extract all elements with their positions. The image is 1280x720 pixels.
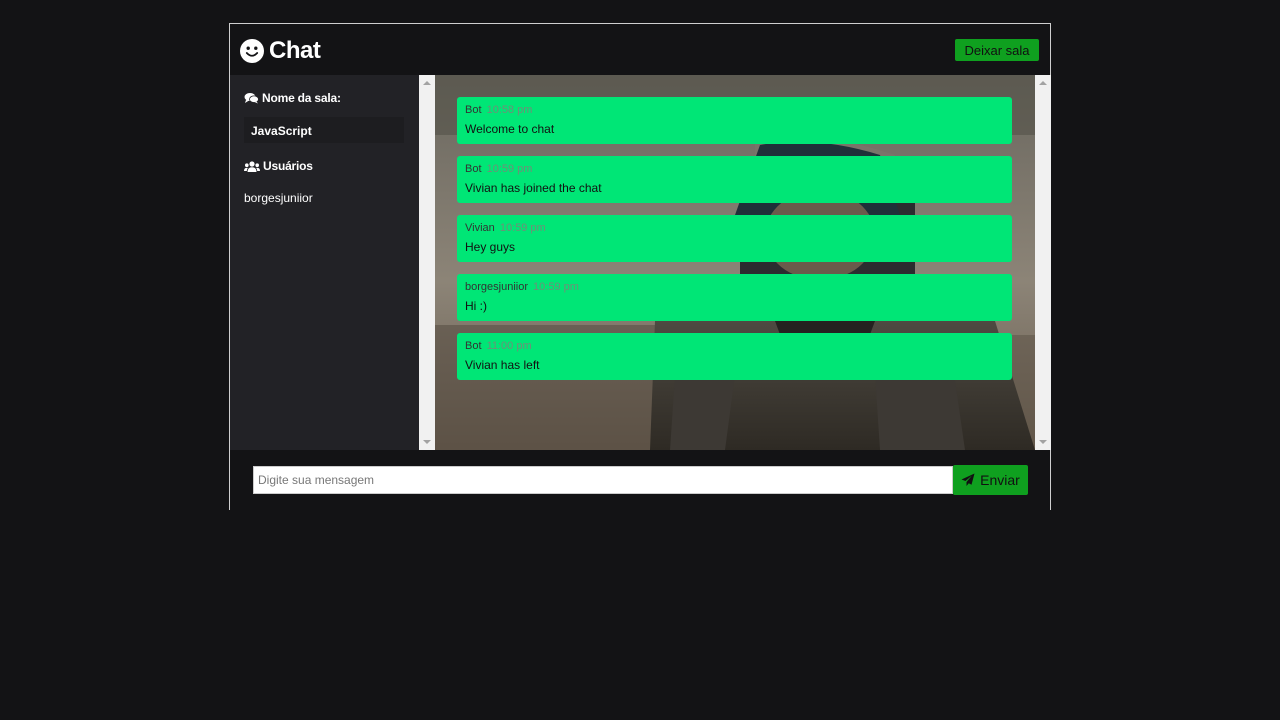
message-text: Welcome to chat	[465, 122, 555, 136]
leave-room-button[interactable]: Deixar sala	[955, 39, 1039, 61]
comments-icon	[244, 93, 259, 104]
message-author: Vivian	[465, 222, 495, 234]
message-text: Vivian has joined the chat	[465, 181, 602, 195]
message-author: borgesjuniior	[465, 281, 528, 293]
scroll-down-arrow[interactable]	[1039, 440, 1047, 444]
users-heading: Usuários	[244, 159, 313, 173]
header: Chat Deixar sala	[230, 24, 1050, 75]
message-text: Hi :)	[465, 299, 487, 313]
sidebar: Nome da sala: JavaScript Usuários borges…	[230, 75, 419, 450]
messages-scrollbar[interactable]	[1035, 75, 1051, 450]
message-list: Bot 10:58 pm Welcome to chat Bot 10:59 p…	[457, 97, 1012, 392]
message-time: 10:58 pm	[486, 104, 533, 116]
message-text: Vivian has left	[465, 358, 540, 372]
scroll-down-arrow[interactable]	[423, 440, 431, 444]
message-time: 10:59 pm	[533, 281, 579, 293]
send-button[interactable]: Enviar	[953, 465, 1028, 495]
users-heading-label: Usuários	[263, 159, 313, 173]
users-icon	[244, 160, 260, 172]
room-heading: Nome da sala:	[244, 91, 341, 105]
message-time: 10:59 pm	[499, 222, 546, 234]
message-item: Bot 10:59 pm Vivian has joined the chat	[457, 156, 1012, 203]
user-list-item: borgesjuniior	[244, 191, 313, 205]
message-item: Vivian 10:59 pm Hey guys	[457, 215, 1012, 262]
scroll-up-arrow[interactable]	[423, 81, 431, 85]
message-meta: Vivian 10:59 pm	[465, 222, 1004, 234]
room-heading-label: Nome da sala:	[262, 91, 341, 105]
paper-plane-icon	[961, 473, 975, 486]
sidebar-scrollbar[interactable]	[419, 75, 435, 450]
logo: Chat	[240, 37, 321, 65]
smile-icon	[240, 39, 264, 63]
chat-window: Chat Deixar sala Nome da sala: JavaScrip…	[229, 23, 1051, 511]
message-time: 10:59 pm	[486, 163, 533, 175]
send-button-label: Enviar	[980, 472, 1020, 488]
message-composer: Enviar	[230, 450, 1050, 511]
message-time: 11:00 pm	[486, 340, 532, 352]
message-item: Bot 11:00 pm Vivian has left	[457, 333, 1012, 380]
app-title: Chat	[269, 37, 321, 64]
scroll-up-arrow[interactable]	[1039, 81, 1047, 85]
message-text: Hey guys	[465, 240, 516, 254]
message-item: borgesjuniior 10:59 pm Hi :)	[457, 274, 1012, 321]
message-meta: Bot 11:00 pm	[465, 340, 1004, 352]
message-author: Bot	[465, 163, 482, 175]
message-author: Bot	[465, 104, 482, 116]
message-item: Bot 10:58 pm Welcome to chat	[457, 97, 1012, 144]
room-name: JavaScript	[244, 117, 404, 143]
message-input[interactable]	[253, 466, 953, 494]
message-meta: Bot 10:59 pm	[465, 163, 1004, 175]
message-meta: Bot 10:58 pm	[465, 104, 1004, 116]
message-meta: borgesjuniior 10:59 pm	[465, 281, 1004, 293]
messages-panel: Bot 10:58 pm Welcome to chat Bot 10:59 p…	[435, 75, 1035, 450]
message-author: Bot	[465, 340, 482, 352]
